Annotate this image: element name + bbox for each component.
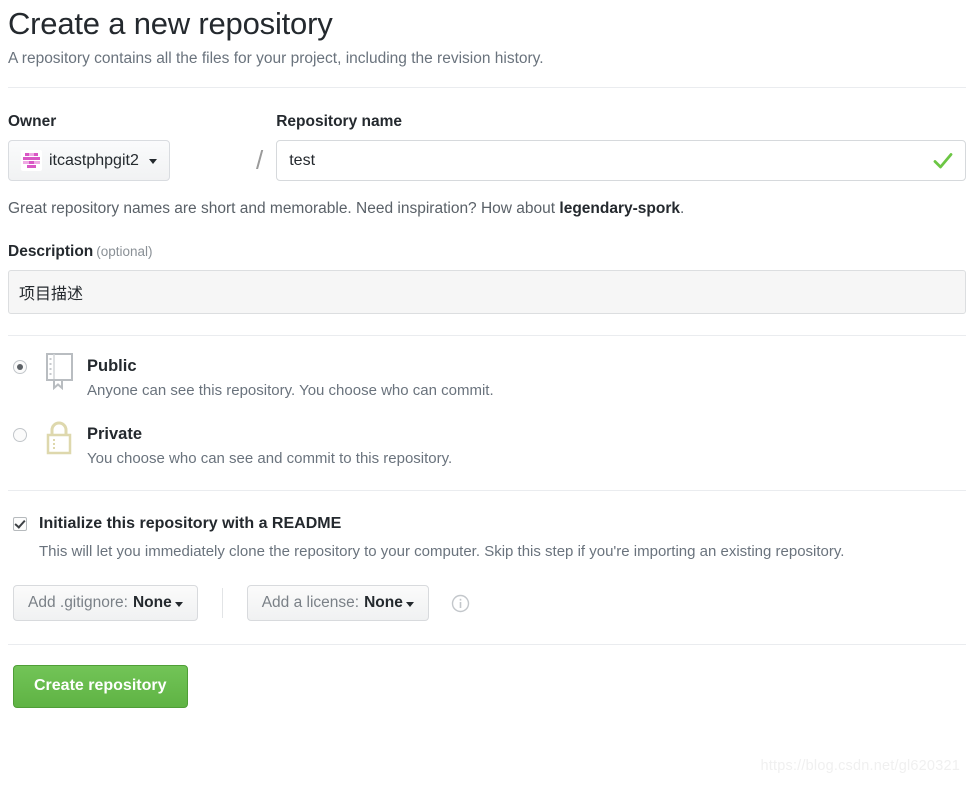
hint-suggestion: legendary-spork [559,200,681,217]
lock-icon [46,421,72,455]
description-label-text: Description [8,243,94,260]
chevron-down-icon [405,601,414,607]
visibility-option-public[interactable]: Public Anyone can see this repository. Y… [8,353,966,402]
visibility-private-title: Private [87,425,143,443]
radio-public[interactable] [13,360,27,374]
divider-visibility [8,490,966,491]
description-field: Description (optional) [8,242,966,314]
identicon-avatar [21,150,42,171]
divider-description [8,335,966,336]
hint-prefix: Great repository names are short and mem… [8,200,560,217]
owner-field: Owner itcastphpgit2 [8,112,244,181]
visibility-options: Public Anyone can see this repository. Y… [8,353,966,470]
page-subtitle: A repository contains all the files for … [8,50,544,67]
visibility-private-description: You choose who can see and commit to thi… [87,450,453,467]
path-separator: / [256,145,264,175]
repo-book-icon [46,353,73,390]
hint-suffix: . [680,200,685,217]
description-label: Description (optional) [8,242,966,262]
create-repository-button[interactable]: Create repository [13,665,188,708]
divider-bottom [8,644,966,645]
license-dropdown-button[interactable]: Add a license: None [246,585,429,621]
submit-section: Create repository [8,665,966,708]
visibility-public-text: Public Anyone can see this repository. Y… [87,354,966,402]
owner-dropdown-button[interactable]: itcastphpgit2 [8,140,170,181]
radio-private[interactable] [13,428,27,442]
info-icon[interactable] [451,594,470,613]
visibility-public-description: Anyone can see this repository. You choo… [87,382,494,399]
template-choices-row: Add .gitignore: None Add a license: None [8,585,966,621]
license-value: None [364,594,403,611]
description-optional-text: (optional) [96,244,153,259]
repository-name-field: Repository name [276,112,966,181]
watermark: https://blog.csdn.net/gl620321 [760,758,960,774]
choices-separator [221,588,223,618]
visibility-private-text: Private You choose who can see and commi… [87,422,966,470]
gitignore-value: None [132,594,172,611]
page-title: Create a new repository [8,6,333,41]
chevron-down-icon [174,601,183,607]
repository-name-hint: Great repository names are short and mem… [8,198,966,220]
chevron-down-icon [148,159,157,164]
owner-label: Owner [8,113,57,130]
gitignore-dropdown-button[interactable]: Add .gitignore: None [13,585,198,621]
repository-name-input[interactable] [276,140,966,181]
readme-description: This will let you immediately clone the … [39,543,845,560]
divider-header [8,87,966,88]
license-label: Add a license: [261,594,360,611]
name-fields-row: Owner itcastphpgit2 / Repository name te… [8,112,966,181]
owner-name: itcastphpgit2 [49,151,139,169]
readme-section: Initialize this repository with a README… [8,513,966,563]
readme-label: Initialize this repository with a README [39,515,342,532]
create-repository-page: Create a new repository A repository con… [0,0,974,788]
readme-checkbox[interactable] [13,517,27,531]
visibility-option-private[interactable]: Private You choose who can see and commi… [8,421,966,470]
gitignore-label: Add .gitignore: [28,594,128,611]
repository-name-label: Repository name [276,113,402,130]
description-input[interactable] [8,270,966,314]
repository-name-input-wrap [276,140,966,181]
visibility-public-title: Public [87,357,137,375]
readme-checkbox-row[interactable]: Initialize this repository with a README [8,513,966,535]
